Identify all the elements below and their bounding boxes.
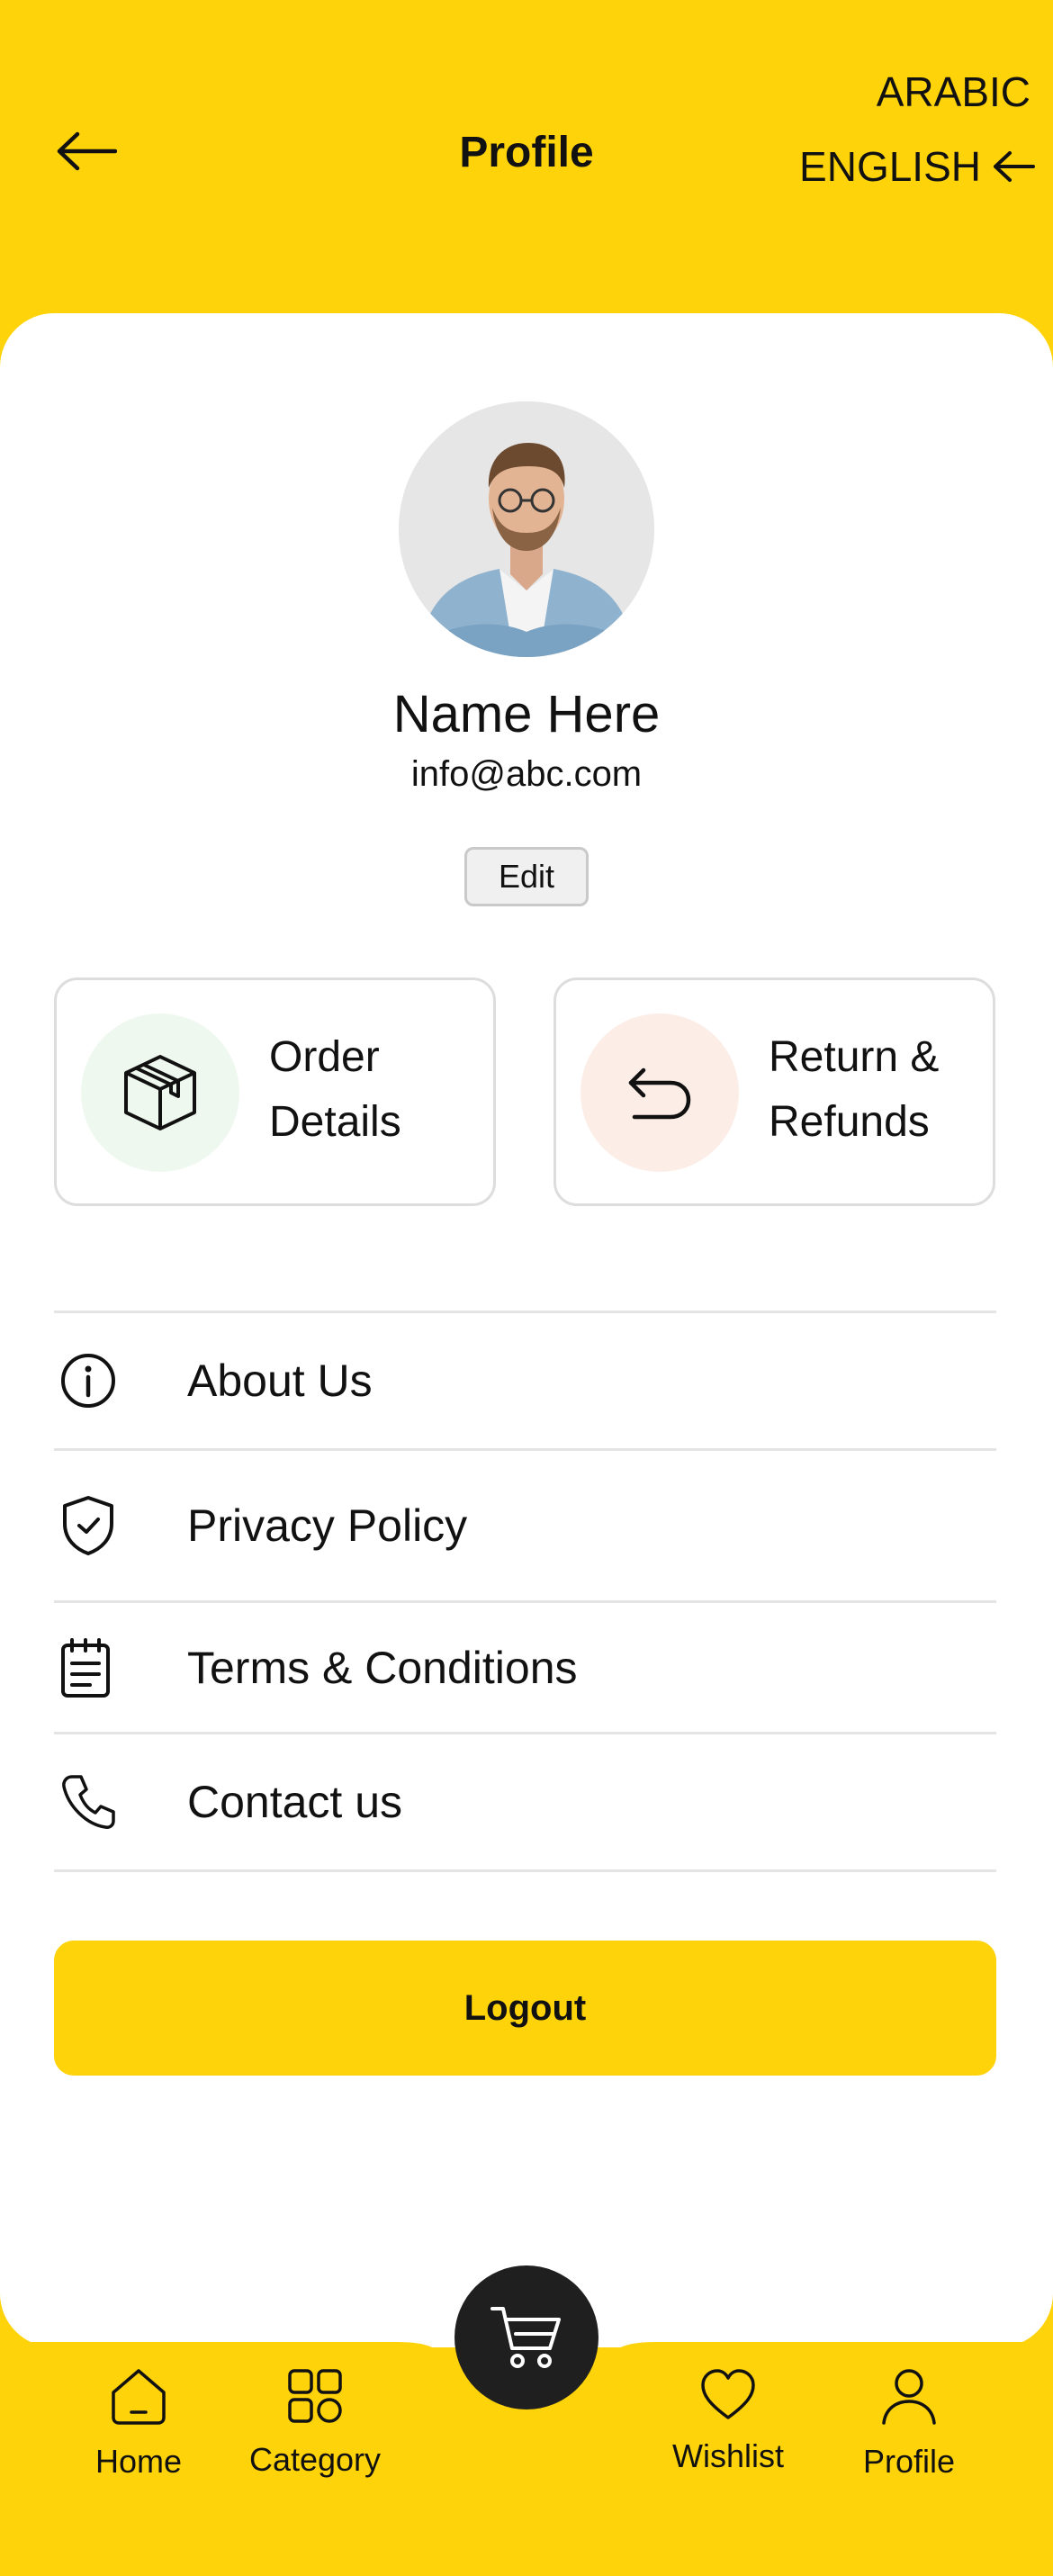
return-refunds-icon-circle: [580, 1013, 739, 1172]
nav-home[interactable]: Home: [49, 2367, 229, 2481]
cart-icon: [490, 2307, 561, 2368]
cart-button[interactable]: [454, 2265, 598, 2409]
nav-wishlist-label: Wishlist: [672, 2437, 784, 2474]
return-refunds-label: Return & Refunds: [769, 1033, 940, 1146]
user-email: info@abc.com: [410, 754, 643, 794]
logout-button[interactable]: Logout: [54, 1941, 996, 2076]
phone-icon: [59, 1773, 131, 1831]
shield-check-icon: [59, 1494, 131, 1557]
info-icon: [59, 1352, 131, 1410]
menu-item-contact-us[interactable]: Contact us: [54, 1734, 996, 1869]
contact-us-label: Contact us: [187, 1777, 403, 1827]
language-arabic-option[interactable]: ARABIC: [877, 68, 1030, 116]
privacy-policy-label: Privacy Policy: [187, 1500, 468, 1551]
menu-item-about-us[interactable]: About Us: [54, 1313, 996, 1448]
package-icon: [124, 1055, 196, 1130]
notepad-icon: [59, 1636, 131, 1699]
home-icon: [112, 2369, 166, 2425]
order-details-tile[interactable]: Order Details: [54, 977, 496, 1206]
menu-divider: [54, 1869, 996, 1872]
order-details-label: Order Details: [269, 1033, 401, 1146]
avatar[interactable]: [399, 401, 654, 657]
category-icon: [288, 2369, 342, 2423]
terms-conditions-label: Terms & Conditions: [187, 1642, 578, 1693]
language-english-option[interactable]: ENGLISH: [799, 142, 1035, 191]
nav-category-label: Category: [248, 2441, 382, 2478]
order-details-icon-circle: [81, 1013, 239, 1172]
return-refunds-tile[interactable]: Return & Refunds: [554, 977, 995, 1206]
app-header: Profile ARABIC ENGLISH: [0, 0, 1053, 315]
about-us-label: About Us: [187, 1356, 373, 1406]
menu-item-privacy-policy[interactable]: Privacy Policy: [54, 1451, 996, 1600]
settings-menu: About Us Privacy Policy Terms & Conditio…: [54, 1311, 996, 1872]
user-icon: [882, 2369, 936, 2425]
user-name: Name Here: [392, 685, 661, 743]
heart-icon: [701, 2369, 755, 2419]
nav-profile-label: Profile: [862, 2443, 956, 2480]
menu-item-terms-conditions[interactable]: Terms & Conditions: [54, 1603, 996, 1732]
edit-profile-button[interactable]: Edit: [464, 847, 589, 906]
avatar-portrait-icon: [399, 401, 654, 657]
nav-profile[interactable]: Profile: [819, 2367, 999, 2481]
language-english-label: ENGLISH: [799, 143, 981, 190]
nav-wishlist[interactable]: Wishlist: [638, 2367, 818, 2475]
return-arrow-icon: [628, 1067, 691, 1120]
nav-category[interactable]: Category: [225, 2367, 405, 2479]
arrow-left-icon: [994, 151, 1035, 182]
nav-home-label: Home: [94, 2443, 183, 2480]
